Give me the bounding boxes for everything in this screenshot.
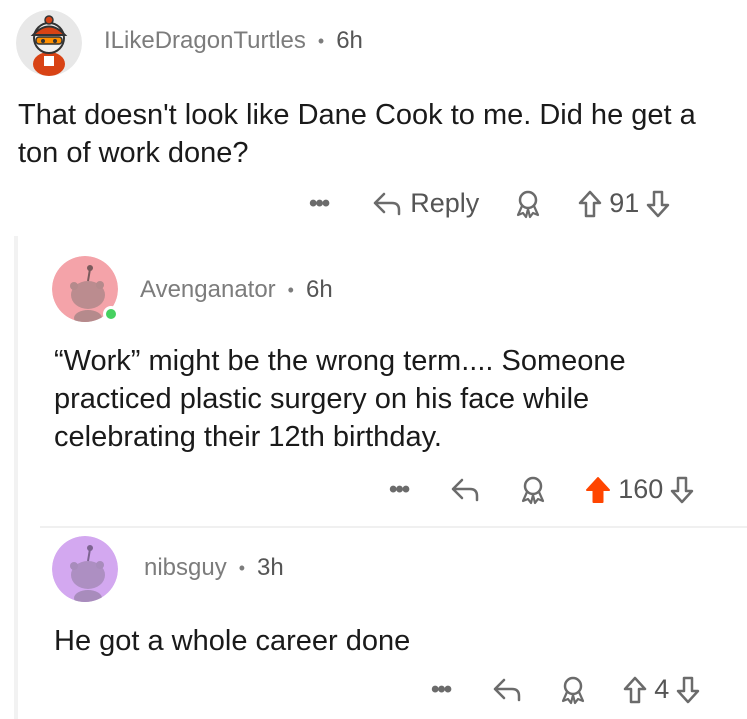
upvote-arrow-icon[interactable]: [577, 189, 603, 219]
comment-thread: ILikeDragonTurtles • 6h That doesn't loo…: [0, 0, 747, 719]
more-options-button[interactable]: •••: [431, 676, 452, 704]
reply-arrow-icon[interactable]: [450, 477, 480, 503]
meta-separator: •: [287, 279, 294, 300]
comment-meta: ILikeDragonTurtles • 6h: [104, 27, 363, 55]
comment-actions: ••• 160: [389, 474, 695, 505]
comment-body: “Work” might be the wrong term.... Someo…: [54, 345, 626, 453]
more-options-button[interactable]: •••: [389, 476, 410, 504]
downvote-arrow-icon[interactable]: [669, 475, 695, 505]
username[interactable]: Avenganator: [140, 276, 276, 304]
comment-meta: Avenganator • 6h: [140, 276, 333, 304]
reply-label: Reply: [410, 188, 480, 218]
comment-actions: ••• Reply 91: [309, 188, 671, 219]
username[interactable]: ILikeDragonTurtles: [104, 27, 306, 55]
meta-separator: •: [238, 557, 246, 578]
award-icon[interactable]: [558, 675, 588, 705]
snoo-avatar-icon: [52, 536, 118, 602]
reply-button[interactable]: Reply: [372, 188, 479, 219]
reply-arrow-icon: [372, 191, 402, 217]
comment-1: ILikeDragonTurtles • 6h That doesn't loo…: [0, 0, 747, 236]
comment-body: That doesn't look like Dane Cook to me. …: [18, 99, 696, 169]
user-avatar[interactable]: [16, 10, 82, 76]
comment-3: nibsguy • 3h He got a whole career done …: [0, 526, 747, 719]
reply-arrow-icon[interactable]: [492, 677, 522, 703]
upvote-arrow-icon[interactable]: [584, 475, 612, 505]
award-icon[interactable]: [513, 189, 543, 219]
username[interactable]: nibsguy: [144, 554, 227, 582]
comment-meta: nibsguy • 3h: [144, 554, 284, 582]
comment-actions: ••• 4: [431, 674, 701, 705]
timestamp: 6h: [305, 276, 333, 303]
vote-count: 4: [654, 674, 670, 704]
more-options-button[interactable]: •••: [309, 190, 330, 218]
vote-count: 91: [609, 188, 640, 218]
vote-count: 160: [618, 474, 664, 504]
upvote-arrow-icon[interactable]: [622, 675, 648, 705]
comment-body: He got a whole career done: [54, 625, 411, 657]
award-icon[interactable]: [518, 475, 548, 505]
online-status-indicator: [103, 306, 119, 322]
dragon-turtle-avatar-icon: [16, 10, 82, 76]
comment-2: Avenganator • 6h “Work” might be the wro…: [0, 236, 747, 526]
timestamp: 6h: [336, 27, 363, 54]
downvote-arrow-icon[interactable]: [645, 189, 671, 219]
timestamp: 3h: [257, 554, 284, 581]
downvote-arrow-icon[interactable]: [675, 675, 701, 705]
meta-separator: •: [317, 30, 325, 51]
user-avatar[interactable]: [52, 536, 118, 602]
